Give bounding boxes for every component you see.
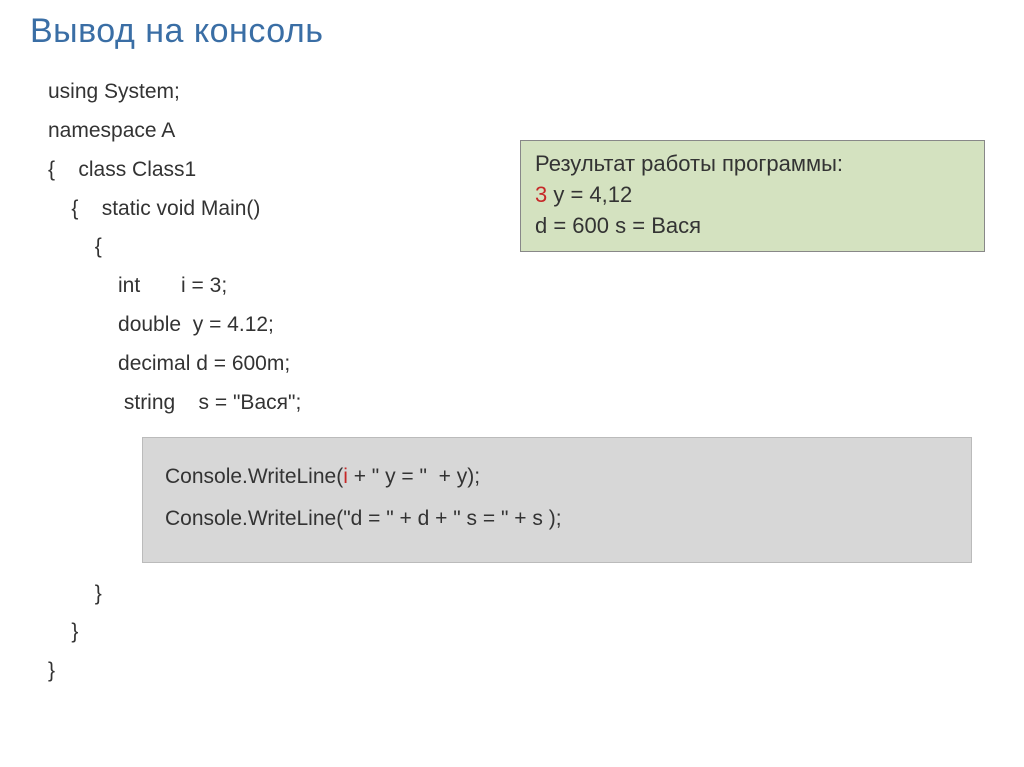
- code-line: decimal d = 600m;: [48, 345, 994, 384]
- highlighted-code: Console.WriteLine(i + " y = " + y); Cons…: [142, 437, 972, 563]
- code-text: Console.WriteLine(: [165, 465, 343, 488]
- code-line: string s = "Вася";: [48, 384, 994, 423]
- result-value: 3: [535, 182, 547, 207]
- slide-title: Вывод на консоль: [30, 12, 994, 51]
- code-text: {: [71, 197, 78, 220]
- result-text: y = 4,12: [547, 182, 632, 207]
- code-line: Console.WriteLine("d = " + d + " s = " +…: [165, 498, 949, 540]
- code-line: double y = 4.12;: [48, 306, 994, 345]
- code-line: int i = 3;: [48, 267, 994, 306]
- result-line: 3 y = 4,12: [535, 180, 970, 211]
- result-output-box: Результат работы программы: 3 y = 4,12 d…: [520, 140, 985, 252]
- code-text: class Class1: [78, 158, 196, 181]
- result-label: Результат работы программы:: [535, 149, 970, 180]
- code-text: decimal d = 600m;: [118, 352, 290, 375]
- result-line: d = 600 s = Вася: [535, 211, 970, 242]
- code-text: + " y = " + y);: [348, 465, 480, 488]
- code-text: }: [95, 582, 102, 605]
- code-line: }: [48, 652, 994, 691]
- code-text: static void Main(): [102, 197, 261, 220]
- code-line: using System;: [48, 73, 994, 112]
- code-text: string s = "Вася";: [124, 391, 301, 414]
- code-text: {: [48, 158, 55, 181]
- code-text: }: [71, 620, 78, 643]
- code-text: int i = 3;: [118, 274, 227, 297]
- code-text: double y = 4.12;: [118, 313, 274, 336]
- code-text: {: [95, 235, 102, 258]
- code-line: Console.WriteLine(i + " y = " + y);: [165, 456, 949, 498]
- code-line: }: [48, 613, 994, 652]
- code-line: }: [48, 575, 994, 614]
